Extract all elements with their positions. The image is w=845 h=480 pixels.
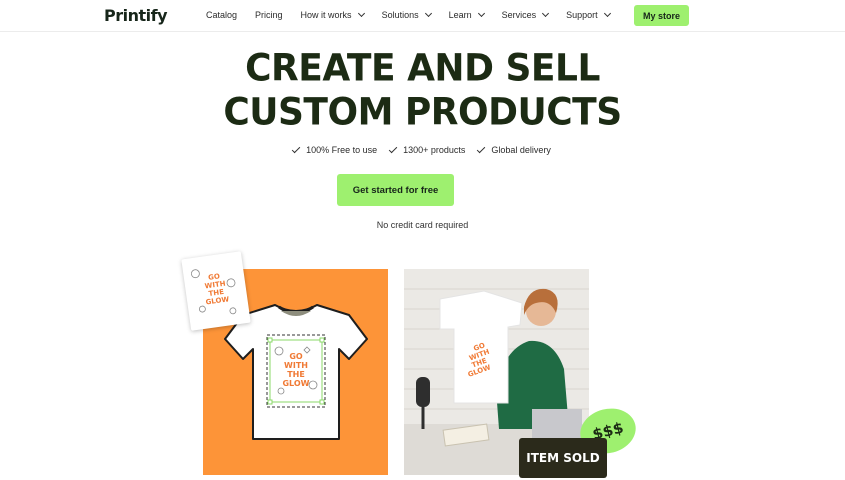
chevron-down-icon	[424, 9, 432, 18]
nav-item-how-it-works[interactable]: How it works	[300, 9, 365, 20]
nav-item-solutions[interactable]: Solutions	[381, 9, 432, 20]
check-icon	[477, 144, 486, 153]
nav-label: Learn	[448, 10, 472, 20]
top-navbar: Printify Catalog Pricing How it works So…	[0, 0, 845, 32]
svg-text:THE: THE	[287, 370, 305, 379]
check-icon	[291, 144, 301, 153]
design-preview-card: GO WITH THE GLOW	[181, 251, 251, 331]
item-sold-badge: ITEM SOLD	[519, 438, 607, 478]
nav-item-learn[interactable]: Learn	[448, 9, 485, 20]
feature-label: 1300+ products	[403, 145, 466, 155]
my-store-button[interactable]: My store	[634, 5, 689, 26]
feature-label: 100% Free to use	[306, 145, 378, 155]
check-icon	[388, 144, 398, 153]
chevron-down-icon	[542, 9, 550, 18]
nav-item-catalog[interactable]: Catalog	[206, 10, 237, 20]
nav-label: Pricing	[255, 10, 283, 20]
chevron-down-icon	[477, 9, 485, 18]
hero-title-line1: CREATE AND SELL	[245, 46, 600, 91]
nav-label: Support	[566, 10, 598, 20]
nav-label: Services	[501, 10, 537, 20]
svg-text:GLOW: GLOW	[205, 295, 230, 306]
chevron-down-icon	[357, 9, 365, 18]
svg-text:WITH: WITH	[284, 361, 308, 370]
nav-item-services[interactable]: Services	[501, 9, 550, 20]
feature-item: Global delivery	[477, 144, 551, 155]
chevron-down-icon	[603, 9, 611, 18]
get-started-button[interactable]: Get started for free	[337, 174, 454, 206]
svg-text:GLOW: GLOW	[282, 379, 309, 388]
nav-item-pricing[interactable]: Pricing	[255, 10, 283, 20]
no-credit-card-note: No credit card required	[376, 220, 469, 230]
feature-label: Global delivery	[491, 145, 551, 155]
hero-title-line2: CUSTOM PRODUCTS	[223, 90, 622, 135]
nav-label: How it works	[300, 10, 352, 20]
printify-logo[interactable]: Printify	[104, 6, 168, 25]
feature-list: 100% Free to use 1300+ products Global d…	[0, 144, 845, 155]
feature-item: 100% Free to use	[291, 144, 378, 155]
tshirt-illustration: GO WITH THE GLOW	[224, 304, 368, 440]
design-preview-art: GO WITH THE GLOW	[190, 269, 237, 315]
nav-label: Catalog	[206, 10, 238, 20]
nav-label: Solutions	[381, 10, 419, 20]
svg-text:GO: GO	[289, 352, 303, 361]
nav-links: Catalog Pricing How it works Solutions L…	[206, 9, 628, 20]
nav-item-support[interactable]: Support	[566, 9, 611, 20]
feature-item: 1300+ products	[388, 144, 466, 155]
